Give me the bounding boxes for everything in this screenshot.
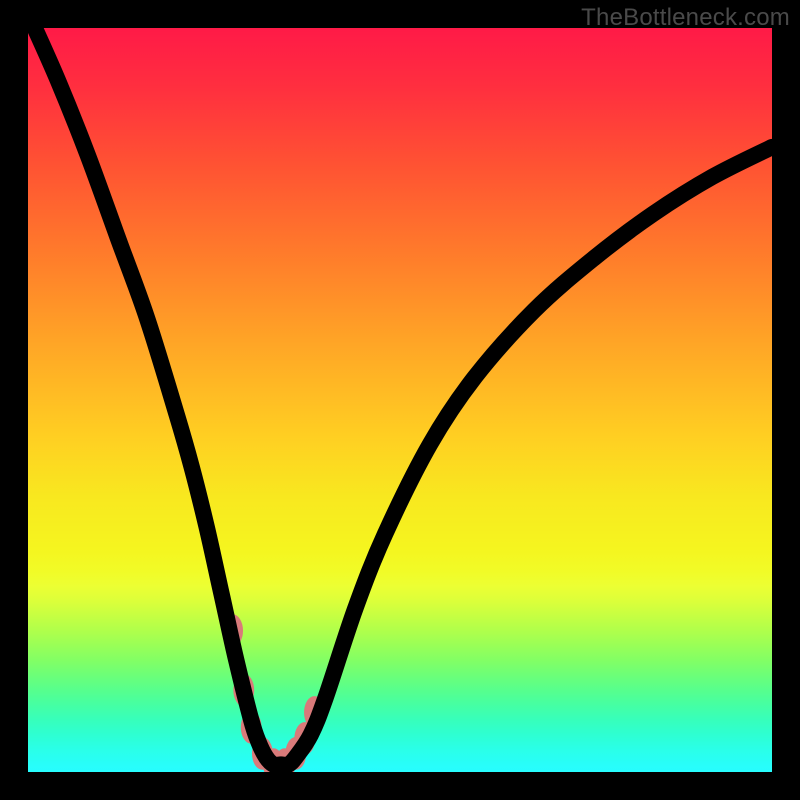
bottleneck-curve (28, 28, 772, 765)
plot-area (28, 28, 772, 772)
chart-svg (28, 28, 772, 772)
figure-frame: TheBottleneck.com (0, 0, 800, 800)
watermark-text: TheBottleneck.com (581, 4, 790, 32)
